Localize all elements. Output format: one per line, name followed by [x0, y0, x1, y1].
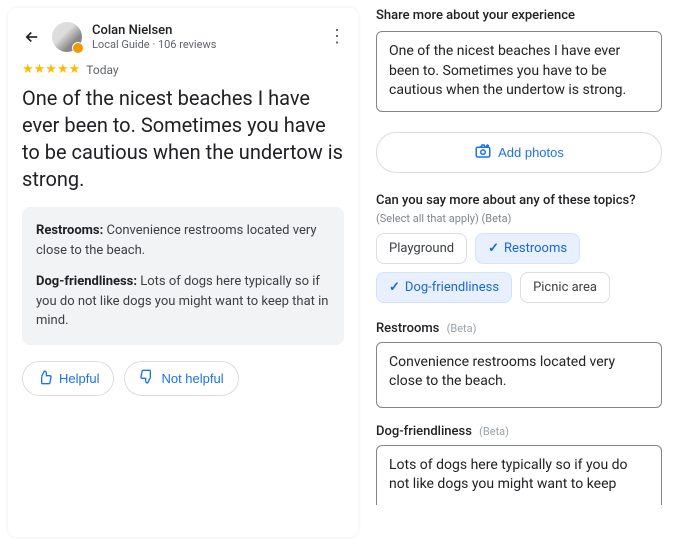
helpful-buttons: Helpful Not helpful — [22, 361, 344, 396]
not-helpful-label: Not helpful — [161, 371, 223, 386]
avatar[interactable] — [52, 22, 82, 52]
detail-restrooms: Restrooms: Convenience restrooms located… — [36, 221, 330, 260]
review-card: Colan Nielsen Local Guide · 106 reviews … — [8, 8, 358, 537]
helpful-button[interactable]: Helpful — [22, 361, 114, 396]
user-name[interactable]: Colan Nielsen — [92, 23, 318, 38]
share-experience-title: Share more about your experience — [376, 8, 662, 23]
add-photos-button[interactable]: Add photos — [376, 132, 662, 173]
topics-title: Can you say more about any of these topi… — [376, 193, 662, 208]
thumb-down-icon — [139, 369, 155, 388]
restrooms-input[interactable]: Convenience restrooms located very close… — [376, 342, 662, 408]
topic-chips: Playground ✓ Restrooms ✓ Dog-friendlines… — [376, 233, 662, 303]
check-icon: ✓ — [389, 280, 400, 295]
star-rating: ★★★★★ — [22, 62, 80, 77]
check-icon: ✓ — [488, 241, 499, 256]
back-icon[interactable] — [22, 27, 42, 47]
detail-dogs-label: Dog-friendliness: — [36, 274, 137, 289]
not-helpful-button[interactable]: Not helpful — [124, 361, 238, 396]
chip-dog-label: Dog-friendliness — [405, 280, 499, 295]
chip-playground-label: Playground — [389, 241, 454, 256]
thumb-up-icon — [37, 369, 53, 388]
chip-picnic-label: Picnic area — [533, 280, 597, 295]
chip-restrooms-label: Restrooms — [504, 241, 567, 256]
more-menu-icon[interactable]: ⋮ — [328, 34, 344, 40]
user-info: Colan Nielsen Local Guide · 106 reviews — [92, 23, 318, 51]
helpful-label: Helpful — [59, 371, 99, 386]
restrooms-section-label: Restrooms (Beta) — [376, 321, 662, 336]
review-time: Today — [86, 63, 118, 77]
review-form: Share more about your experience One of … — [366, 0, 676, 545]
review-body: One of the nicest beaches I have ever be… — [22, 85, 344, 193]
user-sub: Local Guide · 106 reviews — [92, 38, 318, 51]
add-photos-label: Add photos — [498, 145, 564, 160]
detail-restrooms-label: Restrooms: — [36, 223, 103, 238]
rating-row: ★★★★★ Today — [22, 62, 344, 77]
chip-picnic-area[interactable]: Picnic area — [520, 272, 610, 303]
experience-input[interactable]: One of the nicest beaches I have ever be… — [376, 31, 662, 112]
detail-dogs: Dog-friendliness: Lots of dogs here typi… — [36, 272, 330, 331]
topics-subtitle: (Select all that apply) (Beta) — [376, 212, 662, 225]
review-details-box: Restrooms: Convenience restrooms located… — [22, 207, 344, 345]
dogs-section-label: Dog-friendliness (Beta) — [376, 424, 662, 439]
dogs-input[interactable]: Lots of dogs here typically so if you do… — [376, 445, 662, 505]
review-header: Colan Nielsen Local Guide · 106 reviews … — [22, 22, 344, 52]
chip-playground[interactable]: Playground — [376, 233, 467, 264]
chip-restrooms[interactable]: ✓ Restrooms — [475, 233, 580, 264]
chip-dog-friendliness[interactable]: ✓ Dog-friendliness — [376, 272, 512, 303]
camera-icon — [474, 142, 492, 163]
beta-tag: (Beta) — [479, 425, 509, 438]
beta-tag: (Beta) — [447, 322, 477, 335]
local-guide-badge-icon — [72, 42, 84, 54]
